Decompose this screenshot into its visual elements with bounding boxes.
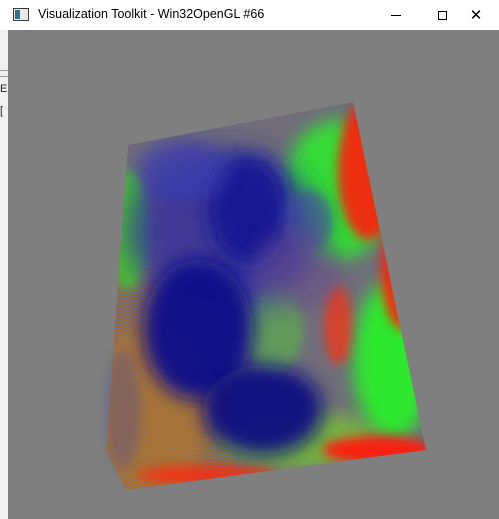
window-title: Visualization Toolkit - Win32OpenGL #66 xyxy=(38,7,265,21)
volume-rendering[interactable] xyxy=(8,30,499,519)
minimize-button[interactable] xyxy=(373,0,419,30)
backdrop-divider xyxy=(0,76,8,77)
backdrop-divider xyxy=(0,70,8,71)
title-bar[interactable]: Visualization Toolkit - Win32OpenGL #66 … xyxy=(0,0,499,30)
volume-edge-glow xyxy=(105,350,141,470)
vtk-render-window: E [ Visualization Toolkit - Win32OpenGL … xyxy=(0,0,499,519)
vtk-window-icon[interactable] xyxy=(13,8,29,21)
backdrop-text: E xyxy=(0,83,8,95)
maximize-icon xyxy=(437,10,447,20)
render-viewport[interactable] xyxy=(8,30,499,519)
volume-body xyxy=(106,102,426,490)
close-icon: ✕ xyxy=(469,6,483,24)
minimize-icon xyxy=(391,14,401,16)
backdrop-text: [ xyxy=(0,105,4,117)
close-button[interactable]: ✕ xyxy=(453,0,499,30)
